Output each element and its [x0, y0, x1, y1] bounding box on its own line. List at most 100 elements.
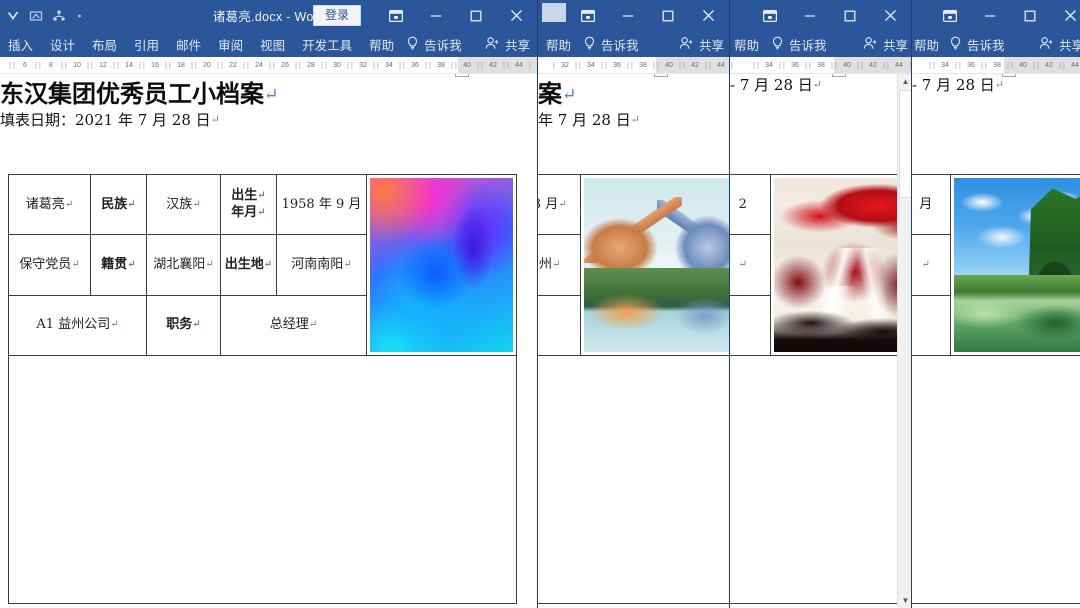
horizontal-ruler[interactable]: 32 34 36 38 40 42 44: [538, 57, 730, 74]
tell-me-label[interactable]: 告诉我: [601, 35, 639, 54]
document-canvas[interactable]: - 7 月 28 日↵ 2 ↵ ▲ ▼: [730, 74, 912, 608]
share-button[interactable]: 共享: [485, 35, 530, 54]
cell-label-birthplace[interactable]: 出生地↵: [220, 234, 277, 296]
tab-help[interactable]: 帮助: [546, 35, 571, 54]
quick-access-toolbar[interactable]: [0, 9, 84, 23]
share-button[interactable]: 共享: [863, 35, 908, 54]
cell-empty-bottom[interactable]: [8, 355, 517, 604]
share-label[interactable]: 共享: [699, 35, 724, 54]
minimize-icon[interactable]: [608, 2, 648, 30]
clipped-signin-button[interactable]: [542, 3, 566, 22]
cell-label-birthdate[interactable]: 出生↵ 年月↵: [220, 173, 277, 236]
document-canvas[interactable]: - 7 月 28 日↵ 月 ↵: [912, 74, 1080, 608]
close-icon[interactable]: [496, 2, 536, 30]
document-canvas[interactable]: 东汉集团优秀员工小档案↵ 填表日期：2021 年 7 月 28 日↵ 诸葛亮↵ …: [0, 74, 538, 608]
save-icon[interactable]: [6, 9, 20, 23]
scroll-down-icon[interactable]: ▼: [898, 593, 912, 608]
tell-me-box[interactable]: 告诉我: [771, 35, 827, 54]
cell-birthdate-fragment[interactable]: 月: [912, 173, 951, 236]
sign-in-button[interactable]: 登录: [313, 5, 362, 26]
cell-ethnicity-value[interactable]: 汉族↵: [146, 173, 221, 236]
redo-icon[interactable]: [52, 9, 66, 23]
tab-help-clipped[interactable]: 帮助: [914, 35, 939, 54]
cell-hometown-fragment[interactable]: ↵: [730, 234, 771, 296]
ribbon-display-options-icon[interactable]: [568, 2, 608, 30]
table-row[interactable]: [8, 355, 517, 604]
horizontal-ruler[interactable]: 6 8 10 12 14 16 18 20 22 24 26 28 30 32 …: [0, 57, 538, 74]
horizontal-ruler[interactable]: 34 36 38 40 42 44: [912, 57, 1080, 74]
table-row[interactable]: [538, 355, 730, 604]
maximize-icon[interactable]: [1010, 2, 1050, 30]
close-icon[interactable]: [1050, 2, 1080, 30]
cell-company[interactable]: A1 益州公司↵: [8, 294, 147, 357]
document-canvas[interactable]: 案↵ 年 7 月 28 日↵ 3 月↵: [538, 74, 730, 608]
ribbon-tabs[interactable]: 插入 设计 布局 引用 邮件 审阅 视图 开发工具 帮助: [0, 35, 394, 54]
tab-review[interactable]: 审阅: [218, 35, 243, 54]
cell-photo[interactable]: [579, 174, 730, 356]
window-controls[interactable]: [376, 2, 536, 30]
share-button[interactable]: 共享: [679, 35, 724, 54]
horizontal-ruler[interactable]: 34 36 38 40 42 44: [730, 57, 912, 74]
vertical-scrollbar[interactable]: ▲ ▼: [897, 74, 912, 608]
tell-me-box[interactable]: 告诉我: [583, 35, 639, 54]
tab-mailings[interactable]: 邮件: [176, 35, 201, 54]
indent-marker[interactable]: [1002, 74, 1016, 77]
tell-me-box[interactable]: 告诉我: [949, 35, 1005, 54]
cell-position-value[interactable]: 总经理↵: [220, 294, 367, 357]
cell-photo[interactable]: [366, 174, 517, 356]
table-row[interactable]: 3 月↵: [538, 173, 730, 356]
share-label[interactable]: 共享: [505, 35, 530, 54]
minimize-icon[interactable]: [970, 2, 1010, 30]
cell-hometown-value[interactable]: 湖北襄阳↵: [146, 234, 221, 296]
tab-references[interactable]: 引用: [134, 35, 159, 54]
customize-qat-icon[interactable]: [75, 9, 84, 23]
minimize-icon[interactable]: [790, 2, 830, 30]
window-controls[interactable]: [930, 2, 1080, 30]
table-row[interactable]: 诸葛亮↵ 民族↵ 汉族↵ 出生↵ 年月↵ 1958 年 9 月: [8, 173, 517, 356]
indent-marker[interactable]: [832, 74, 846, 77]
cell-birthdate-fragment[interactable]: 2: [730, 173, 771, 236]
cell-name[interactable]: 诸葛亮↵: [8, 173, 91, 236]
tab-design[interactable]: 设计: [50, 35, 75, 54]
cell-photo[interactable]: [769, 174, 912, 356]
ribbon-display-options-icon[interactable]: [930, 2, 970, 30]
tell-me-label[interactable]: 告诉我: [424, 35, 462, 54]
employee-profile-table-clipped[interactable]: 月 ↵: [912, 173, 1080, 604]
cell-birthdate-value[interactable]: 1958 年 9 月: [276, 173, 367, 236]
tell-me-label[interactable]: 告诉我: [967, 35, 1005, 54]
maximize-icon[interactable]: [456, 2, 496, 30]
minimize-icon[interactable]: [416, 2, 456, 30]
close-icon[interactable]: [688, 2, 728, 30]
tab-help-clipped[interactable]: 帮助: [734, 35, 759, 54]
employee-profile-table-clipped[interactable]: 3 月↵ 州↵: [538, 173, 730, 604]
cell-photo[interactable]: [949, 174, 1080, 356]
table-row[interactable]: 2: [730, 173, 912, 356]
ribbon-display-options-icon[interactable]: [750, 2, 790, 30]
table-row[interactable]: [730, 355, 912, 604]
cell-birthdate-fragment[interactable]: 3 月↵: [538, 173, 581, 236]
cell-label-position[interactable]: 职务↵: [146, 294, 221, 357]
undo-icon[interactable]: [29, 9, 43, 23]
maximize-icon[interactable]: [648, 2, 688, 30]
cell-company-fragment[interactable]: [730, 294, 771, 357]
cell-empty-bottom[interactable]: [538, 355, 730, 604]
tab-insert[interactable]: 插入: [8, 35, 33, 54]
tell-me-label[interactable]: 告诉我: [789, 35, 827, 54]
cell-birthplace-value[interactable]: 河南南阳↵: [276, 234, 367, 296]
cell-empty-bottom[interactable]: [730, 355, 912, 604]
share-label[interactable]: 共享: [1059, 35, 1080, 54]
cell-party-status[interactable]: 保守党员↵: [8, 234, 91, 296]
employee-profile-table-clipped[interactable]: 2 ↵: [730, 173, 912, 604]
cell-company-fragment[interactable]: [912, 294, 951, 357]
tab-layout[interactable]: 布局: [92, 35, 117, 54]
cell-empty-bottom[interactable]: [912, 355, 1080, 604]
table-row[interactable]: [912, 355, 1080, 604]
cell-label-ethnicity[interactable]: 民族↵: [90, 173, 147, 236]
cell-company-fragment[interactable]: [538, 294, 581, 357]
employee-profile-table[interactable]: 诸葛亮↵ 民族↵ 汉族↵ 出生↵ 年月↵ 1958 年 9 月 保守党员↵ 籍贯…: [8, 173, 517, 604]
tell-me-box[interactable]: 告诉我: [406, 35, 462, 54]
cell-label-hometown[interactable]: 籍贯↵: [90, 234, 147, 296]
cell-hometown-fragment[interactable]: ↵: [912, 234, 951, 296]
window-controls[interactable]: [568, 2, 728, 30]
table-row[interactable]: 月: [912, 173, 1080, 356]
